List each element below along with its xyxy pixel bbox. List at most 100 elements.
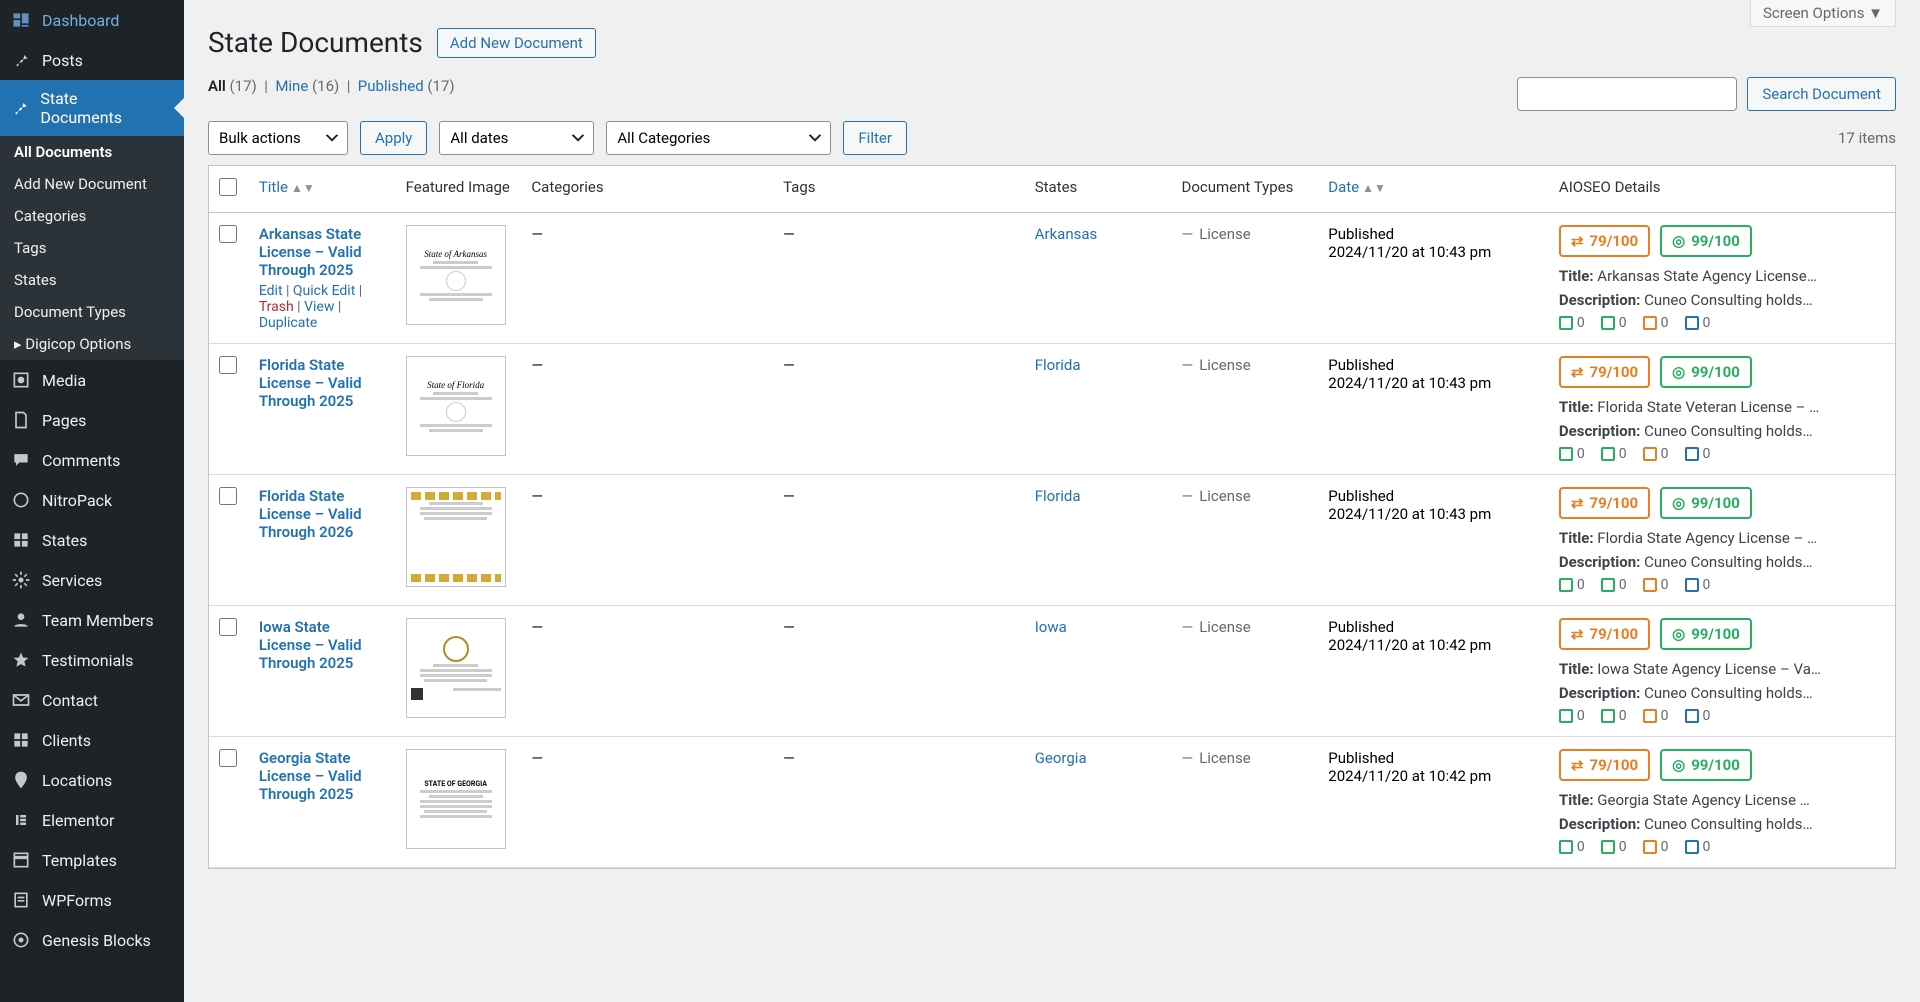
col-date[interactable]: Date▲▼ [1318,166,1549,213]
document-title-link[interactable]: Florida State License – Valid Through 20… [259,487,362,541]
aioseo-link-icon[interactable]: 0 [1559,708,1585,724]
submenu-item-digicop-options[interactable]: ▸ Digicop Options [0,328,184,360]
menu-item-state-documents[interactable]: State Documents [0,80,184,136]
menu-item-media[interactable]: Media [0,360,184,400]
row-checkbox[interactable] [219,618,237,636]
submenu-item-document-types[interactable]: Document Types [0,296,184,328]
truseo-score-badge[interactable]: ⇄79/100 [1559,487,1650,519]
menu-item-templates[interactable]: Templates [0,840,184,880]
doctype-link[interactable]: License [1199,356,1251,374]
row-checkbox[interactable] [219,356,237,374]
document-title-link[interactable]: Georgia State License – Valid Through 20… [259,749,362,803]
aioseo-external-icon[interactable]: 0 [1685,708,1711,724]
featured-image-cell[interactable]: State of Arkansas [396,213,522,344]
aioseo-cart-icon[interactable]: 0 [1643,839,1669,855]
aioseo-link-icon[interactable]: 0 [1559,315,1585,331]
menu-item-posts[interactable]: Posts [0,40,184,80]
aioseo-cart-icon[interactable]: 0 [1643,315,1669,331]
row-checkbox[interactable] [219,225,237,243]
trash-link[interactable]: Trash [259,299,294,315]
truseo-score-badge[interactable]: ⇄79/100 [1559,356,1650,388]
doctype-link[interactable]: License [1199,225,1251,243]
edit-link[interactable]: Edit [259,283,283,299]
bulk-actions-select[interactable]: Bulk actions [208,121,348,155]
aioseo-external-icon[interactable]: 0 [1685,839,1711,855]
aioseo-external-icon[interactable]: 0 [1685,577,1711,593]
featured-image-cell[interactable]: State of Florida [396,344,522,475]
menu-item-locations[interactable]: Locations [0,760,184,800]
aioseo-cart-icon[interactable]: 0 [1643,446,1669,462]
search-input[interactable] [1517,77,1737,111]
view-link[interactable]: View [304,299,334,315]
state-link[interactable]: Florida [1035,356,1081,374]
menu-item-elementor[interactable]: Elementor [0,800,184,840]
menu-item-nitropack[interactable]: NitroPack [0,480,184,520]
screen-options-tab[interactable]: Screen Options ▼ [1750,0,1896,27]
submenu-item-all-documents[interactable]: All Documents [0,136,184,168]
aioseo-cart-icon[interactable]: 0 [1643,708,1669,724]
filter-published[interactable]: Published (17) [358,77,455,95]
col-title[interactable]: Title▲▼ [249,166,396,213]
headline-score-badge[interactable]: ◎99/100 [1660,749,1752,781]
filter-all[interactable]: All (17) [208,77,257,95]
state-link[interactable]: Iowa [1035,618,1067,636]
aioseo-cart-icon[interactable]: 0 [1643,577,1669,593]
menu-item-contact[interactable]: Contact [0,680,184,720]
row-checkbox[interactable] [219,487,237,505]
headline-score-badge[interactable]: ◎99/100 [1660,225,1752,257]
menu-item-clients[interactable]: Clients [0,720,184,760]
menu-item-genesis-blocks[interactable]: Genesis Blocks [0,920,184,960]
aioseo-link-icon[interactable]: 0 [1559,577,1585,593]
submenu-item-categories[interactable]: Categories [0,200,184,232]
state-link[interactable]: Georgia [1035,749,1087,767]
menu-item-pages[interactable]: Pages [0,400,184,440]
document-title-link[interactable]: Florida State License – Valid Through 20… [259,356,362,410]
document-title-link[interactable]: Arkansas State License – Valid Through 2… [259,225,362,279]
featured-image-cell[interactable] [396,475,522,606]
menu-item-testimonials[interactable]: Testimonials [0,640,184,680]
doctype-link[interactable]: License [1199,618,1251,636]
aioseo-link-icon[interactable]: 0 [1601,839,1627,855]
menu-item-comments[interactable]: Comments [0,440,184,480]
menu-item-states[interactable]: States [0,520,184,560]
aioseo-link-icon[interactable]: 0 [1559,839,1585,855]
filter-button[interactable]: Filter [843,121,907,155]
add-new-document-button[interactable]: Add New Document [437,28,596,58]
menu-item-services[interactable]: Services [0,560,184,600]
headline-score-badge[interactable]: ◎99/100 [1660,487,1752,519]
aioseo-external-icon[interactable]: 0 [1685,446,1711,462]
quick-edit-link[interactable]: Quick Edit [293,283,355,299]
submenu-item-tags[interactable]: Tags [0,232,184,264]
truseo-score-badge[interactable]: ⇄79/100 [1559,225,1650,257]
filter-mine[interactable]: Mine (16) [275,77,339,95]
headline-score-badge[interactable]: ◎99/100 [1660,356,1752,388]
submenu-item-states[interactable]: States [0,264,184,296]
category-filter-select[interactable]: All Categories [606,121,831,155]
menu-item-dashboard[interactable]: Dashboard [0,0,184,40]
doctype-link[interactable]: License [1199,749,1251,767]
truseo-score-badge[interactable]: ⇄79/100 [1559,618,1650,650]
menu-item-wpforms[interactable]: WPForms [0,880,184,920]
featured-image-cell[interactable] [396,606,522,737]
select-all-checkbox[interactable] [219,178,237,196]
state-link[interactable]: Arkansas [1035,225,1098,243]
aioseo-link-icon[interactable]: 0 [1601,577,1627,593]
featured-image-cell[interactable]: STATE OF GEORGIA [396,737,522,868]
aioseo-external-icon[interactable]: 0 [1685,315,1711,331]
aioseo-link-icon[interactable]: 0 [1601,315,1627,331]
state-link[interactable]: Florida [1035,487,1081,505]
truseo-score-badge[interactable]: ⇄79/100 [1559,749,1650,781]
submenu-item-add-new-document[interactable]: Add New Document [0,168,184,200]
aioseo-link-icon[interactable]: 0 [1559,446,1585,462]
duplicate-link[interactable]: Duplicate [259,315,318,331]
document-title-link[interactable]: Iowa State License – Valid Through 2025 [259,618,362,672]
aioseo-link-icon[interactable]: 0 [1601,446,1627,462]
aioseo-link-icon[interactable]: 0 [1601,708,1627,724]
menu-item-team-members[interactable]: Team Members [0,600,184,640]
headline-score-badge[interactable]: ◎99/100 [1660,618,1752,650]
search-button[interactable]: Search Document [1747,77,1896,111]
row-checkbox[interactable] [219,749,237,767]
doctype-link[interactable]: License [1199,487,1251,505]
date-filter-select[interactable]: All dates [439,121,594,155]
apply-bulk-button[interactable]: Apply [360,121,427,155]
